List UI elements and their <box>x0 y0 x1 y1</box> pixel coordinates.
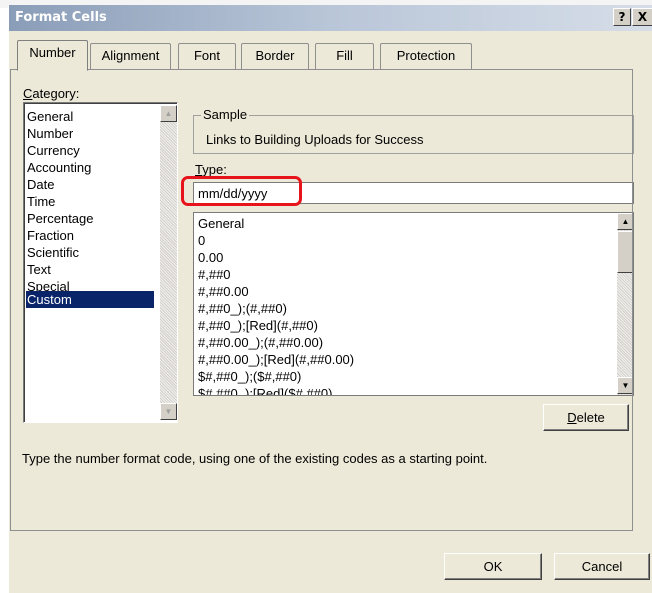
tab-font[interactable]: Font <box>178 43 236 69</box>
tab-number[interactable]: Number <box>17 40 88 71</box>
tab-fill[interactable]: Fill <box>315 43 374 69</box>
tab-panel <box>10 69 633 531</box>
dialog-title: Format Cells <box>15 10 107 25</box>
ok-button[interactable]: OK <box>444 553 542 580</box>
title-bar[interactable]: Format Cells ? X <box>9 5 652 31</box>
tab-alignment[interactable]: Alignment <box>90 43 171 69</box>
tab-protection[interactable]: Protection <box>380 43 472 69</box>
help-button[interactable]: ? <box>613 8 631 26</box>
tab-border[interactable]: Border <box>241 43 309 69</box>
close-button[interactable]: X <box>632 8 652 26</box>
highlight-annotation <box>181 176 302 206</box>
cancel-button[interactable]: Cancel <box>554 553 650 580</box>
